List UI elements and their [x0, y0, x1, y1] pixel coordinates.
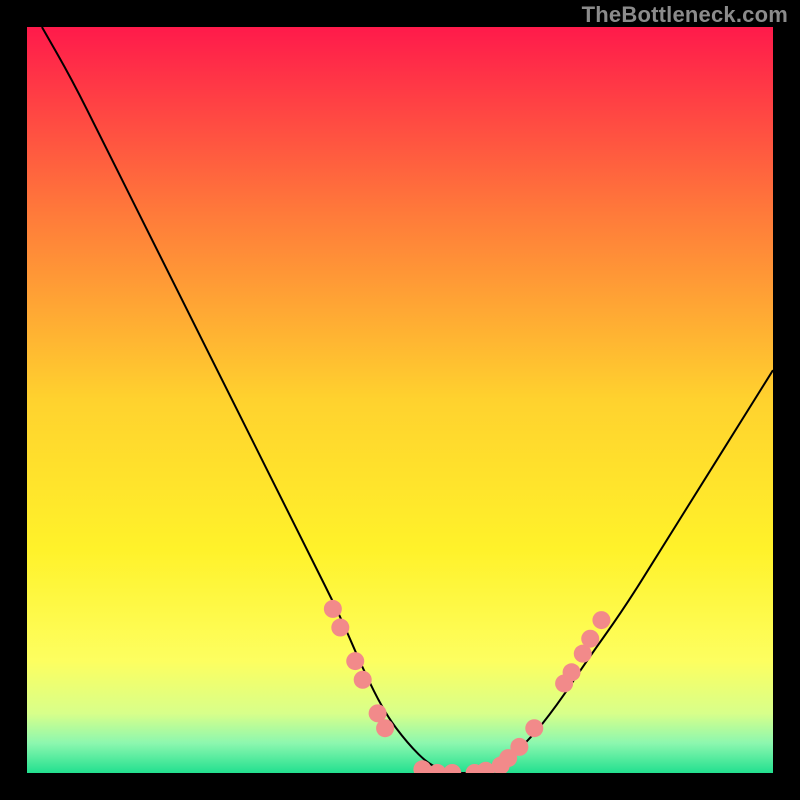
marker-point	[510, 738, 528, 756]
watermark-text: TheBottleneck.com	[582, 2, 788, 28]
marker-point	[581, 630, 599, 648]
marker-point	[592, 611, 610, 629]
chart-background	[27, 27, 773, 773]
marker-point	[376, 719, 394, 737]
bottleneck-chart	[27, 27, 773, 773]
marker-point	[331, 619, 349, 637]
marker-point	[354, 671, 372, 689]
chart-frame: TheBottleneck.com	[0, 0, 800, 800]
marker-point	[346, 652, 364, 670]
marker-point	[525, 719, 543, 737]
marker-point	[324, 600, 342, 618]
marker-point	[563, 663, 581, 681]
